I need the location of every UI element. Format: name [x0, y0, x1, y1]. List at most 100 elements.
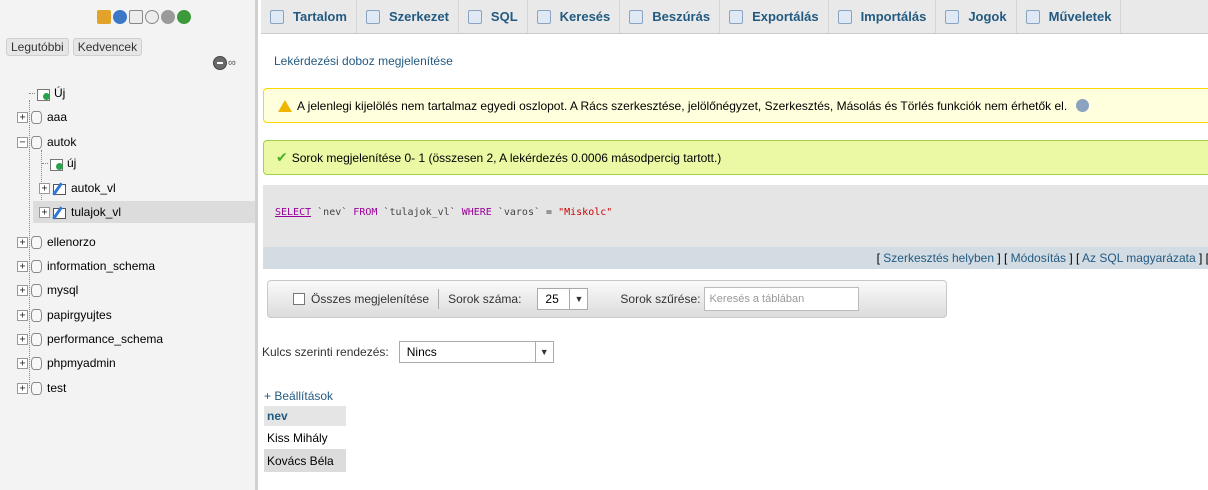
expand-icon[interactable]: + — [17, 333, 28, 345]
tab-label: Műveletek — [1048, 9, 1112, 24]
database-icon — [31, 332, 42, 346]
import-icon — [837, 9, 852, 24]
top-tab-bar: Tartalom Szerkezet SQL Keresés Beszúrás … — [261, 0, 1208, 34]
recent-tab[interactable]: Legutóbbi — [6, 38, 69, 56]
filter-rows-label: Sorok szűrése: — [620, 292, 701, 306]
database-label[interactable]: papirgyujtes — [47, 308, 112, 322]
tab-sql[interactable]: SQL — [459, 0, 528, 33]
reload-icon[interactable] — [177, 10, 191, 24]
database-label[interactable]: ellenorzo — [47, 235, 96, 249]
sort-by-key-value[interactable]: Nincs — [398, 341, 536, 363]
tab-label: Importálás — [860, 9, 927, 24]
tree-item-new-table[interactable]: új — [42, 152, 76, 174]
chevron-down-icon[interactable]: ▼ — [535, 341, 554, 363]
tab-export[interactable]: Exportálás — [720, 0, 829, 33]
show-all-label[interactable]: Összes megjelenítése — [311, 292, 429, 306]
tab-import[interactable]: Importálás — [829, 0, 937, 33]
expand-icon[interactable]: + — [17, 260, 28, 272]
sql-keyword-select[interactable]: SELECT — [275, 207, 311, 218]
collapse-all-icon[interactable] — [213, 56, 227, 70]
favorites-tab[interactable]: Kedvencek — [72, 38, 143, 56]
expand-icon[interactable]: + — [17, 309, 28, 321]
database-label[interactable]: mysql — [47, 283, 78, 297]
query-window-icon[interactable] — [129, 10, 143, 24]
tree-item-database[interactable]: + ellenorzo — [17, 231, 96, 253]
database-icon — [31, 135, 42, 149]
help-icon[interactable] — [1076, 99, 1090, 112]
link-with-main-icon[interactable]: ∞ — [228, 57, 236, 69]
database-label[interactable]: test — [47, 381, 66, 395]
tree-item-database[interactable]: + mysql — [17, 279, 78, 301]
tab-search[interactable]: Keresés — [528, 0, 621, 33]
view-label[interactable]: autok_vl — [71, 181, 116, 195]
table-cell[interactable]: Kovács Béla — [264, 449, 346, 472]
database-label[interactable]: aaa — [47, 110, 67, 124]
inline-edit-link[interactable]: Szerkesztés helyben — [883, 251, 994, 265]
filter-rows-input[interactable]: Keresés a táblában — [704, 287, 860, 311]
expand-icon[interactable]: + — [17, 111, 28, 123]
check-icon: ✔ — [276, 149, 288, 166]
tab-browse[interactable]: Tartalom — [261, 0, 357, 33]
expand-icon[interactable]: + — [39, 206, 50, 218]
table-row: Kovács Béla — [264, 449, 346, 472]
insert-icon — [629, 9, 644, 24]
database-icon — [31, 110, 42, 124]
expand-icon[interactable]: + — [17, 284, 28, 296]
collapse-icon[interactable]: − — [17, 136, 28, 148]
tab-structure[interactable]: Szerkezet — [357, 0, 459, 33]
tab-operations[interactable]: Műveletek — [1017, 0, 1122, 33]
row-count-value[interactable]: 25 — [537, 288, 571, 310]
explain-sql-link[interactable]: Az SQL magyarázata — [1082, 251, 1196, 265]
tree-item-new[interactable]: Új — [29, 82, 65, 104]
tree-item-database[interactable]: + aaa — [17, 106, 67, 128]
expand-icon[interactable]: + — [17, 382, 28, 394]
tree-item-label: Új — [54, 86, 66, 100]
database-label[interactable]: information_schema — [47, 259, 155, 273]
database-label[interactable]: phpmyadmin — [47, 356, 116, 370]
tab-label: Tartalom — [293, 9, 347, 24]
table-cell[interactable]: Kiss Mihály — [264, 426, 346, 449]
sql-query-text: SELECT `nev` FROM `tulajok_vl` WHERE `va… — [275, 207, 612, 218]
database-icon — [31, 381, 42, 395]
row-count-label: Sorok száma: — [448, 292, 522, 306]
notice-message: A jelenlegi kijelölés nem tartalmaz egye… — [263, 88, 1208, 123]
options-link[interactable]: + Beállítások — [264, 389, 333, 403]
expand-icon[interactable]: + — [39, 182, 50, 194]
view-icon — [53, 206, 67, 219]
new-table-icon — [50, 157, 63, 171]
tree-item-view[interactable]: + autok_vl — [39, 177, 116, 199]
tab-insert[interactable]: Beszúrás — [620, 0, 721, 33]
show-all-checkbox[interactable] — [293, 293, 305, 305]
tree-item-view-selected[interactable]: + tulajok_vl — [33, 201, 255, 223]
database-label[interactable]: autok — [47, 135, 76, 149]
tree-item-database[interactable]: − autok — [17, 131, 76, 153]
tree-item-label: új — [67, 156, 77, 170]
column-header-nev[interactable]: nev — [264, 406, 346, 426]
sql-query-box: SELECT `nev` FROM `tulajok_vl` WHERE `va… — [263, 185, 1208, 247]
table-row: Kiss Mihály — [264, 426, 346, 449]
home-icon[interactable] — [97, 10, 111, 24]
chevron-down-icon[interactable]: ▼ — [570, 288, 589, 310]
sql-column: `nev` — [317, 207, 348, 218]
sql-keyword-from: FROM — [353, 207, 378, 218]
docs-icon[interactable] — [145, 10, 159, 24]
database-icon — [31, 259, 42, 273]
view-label[interactable]: tulajok_vl — [71, 205, 121, 219]
tree-item-database[interactable]: + papirgyujtes — [17, 304, 112, 326]
notice-text: A jelenlegi kijelölés nem tartalmaz egye… — [297, 98, 1068, 113]
logout-icon[interactable] — [113, 10, 127, 24]
tree-item-database[interactable]: + test — [17, 377, 66, 399]
show-query-box-link[interactable]: Lekérdezési doboz megjelenítése — [274, 54, 453, 68]
tree-item-database[interactable]: + phpmyadmin — [17, 352, 116, 374]
expand-icon[interactable]: + — [17, 357, 28, 369]
new-database-icon — [37, 87, 50, 101]
expand-icon[interactable]: + — [17, 236, 28, 248]
settings-gear-icon[interactable] — [161, 10, 175, 24]
edit-link[interactable]: Módosítás — [1011, 251, 1066, 265]
tab-privileges[interactable]: Jogok — [936, 0, 1017, 33]
tree-item-database[interactable]: + performance_schema — [17, 328, 163, 350]
row-count-select[interactable]: 25 ▼ — [537, 288, 589, 310]
export-icon — [729, 9, 744, 24]
database-label[interactable]: performance_schema — [47, 332, 163, 346]
tree-item-database[interactable]: + information_schema — [17, 255, 155, 277]
